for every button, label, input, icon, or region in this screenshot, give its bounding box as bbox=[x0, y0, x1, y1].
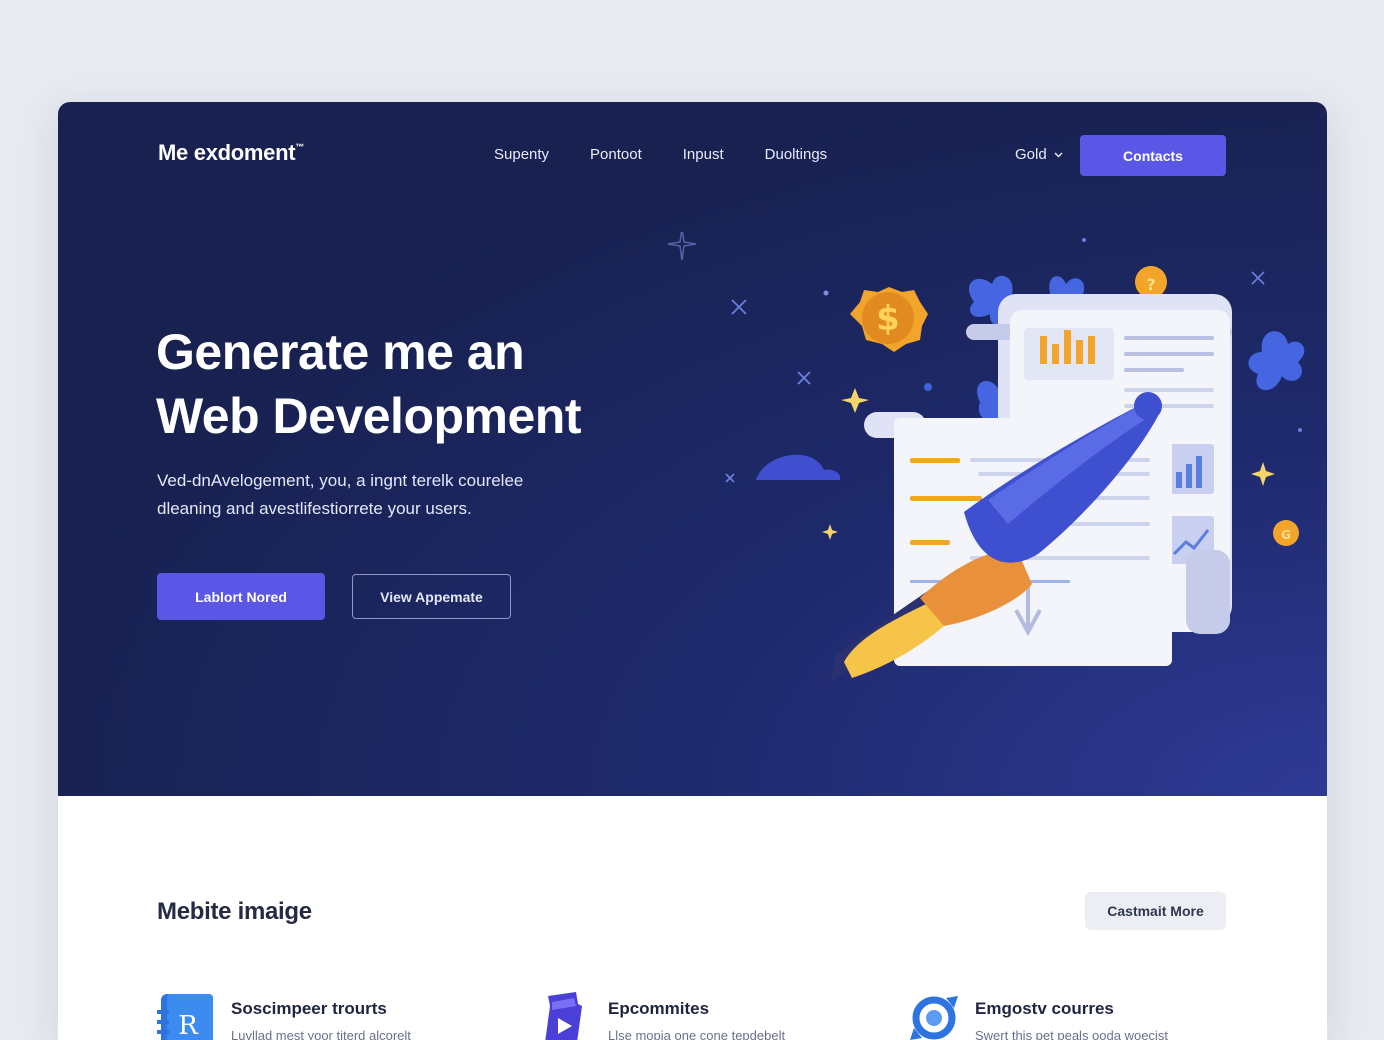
more-button[interactable]: Castmait More bbox=[1085, 892, 1226, 930]
feature-desc-1: Luvllad mest yoor titerd alcorelt bbox=[231, 1028, 411, 1040]
logo[interactable]: Me exdoment™ bbox=[158, 140, 304, 166]
trademark-mark: ™ bbox=[295, 142, 304, 152]
svg-text:$: $ bbox=[876, 299, 900, 339]
cloud-icon bbox=[756, 454, 841, 480]
chevron-down-icon bbox=[1054, 151, 1063, 158]
hero-title-line-2: Web Development bbox=[156, 388, 582, 444]
get-started-button[interactable]: Lablort Nored bbox=[157, 573, 325, 620]
language-dropdown[interactable]: Gold bbox=[1015, 146, 1063, 163]
refresh-icon bbox=[910, 996, 958, 1040]
feature-title-3: Emgostv courres bbox=[975, 999, 1114, 1018]
nav-link-4[interactable]: Duoltings bbox=[765, 146, 828, 163]
hero-subtitle: Ved-dnAvelogement, you, a ingnt terelk c… bbox=[157, 467, 617, 523]
contacts-button[interactable]: Contacts bbox=[1080, 135, 1226, 176]
nav-link-3[interactable]: Inpust bbox=[683, 146, 724, 163]
hero-title-line-1: Generate me an bbox=[156, 324, 525, 380]
dollar-coin-icon: $ bbox=[850, 287, 928, 352]
feature-title-2: Epcommites bbox=[608, 999, 710, 1018]
nav-link-2[interactable]: Pontoot bbox=[590, 146, 642, 163]
video-icon bbox=[545, 992, 582, 1040]
svg-text:G: G bbox=[1281, 528, 1291, 542]
hero-section: Me exdoment™ Supenty Pontoot Inpust Duol… bbox=[58, 102, 1327, 796]
nav-links: Supenty Pontoot Inpust Duoltings bbox=[494, 146, 868, 163]
section-title: Mebite imaige bbox=[157, 898, 312, 925]
hero-title: Generate me an Web Development bbox=[156, 320, 582, 448]
feature-title-1: Soscimpeer trourts bbox=[231, 999, 387, 1018]
nav-link-1[interactable]: Supenty bbox=[494, 146, 549, 163]
svg-text:?: ? bbox=[1146, 275, 1155, 294]
hero-subtitle-line-2: dleaning and avestlifestiorrete your use… bbox=[157, 499, 472, 518]
page-card: Me exdoment™ Supenty Pontoot Inpust Duol… bbox=[58, 102, 1327, 1040]
view-more-button[interactable]: View Appemate bbox=[352, 574, 511, 619]
feature-desc-2: Llse mopia one cone tepdebelt bbox=[608, 1028, 786, 1040]
hero-subtitle-line-1: Ved-dnAvelogement, you, a ingnt terelk c… bbox=[157, 471, 524, 490]
language-label: Gold bbox=[1015, 146, 1047, 163]
hero-illustration: $ ? G bbox=[667, 232, 1305, 682]
feature-desc-3: Swert this pet peals ooda woecist bbox=[975, 1028, 1168, 1040]
top-nav: Me exdoment™ Supenty Pontoot Inpust Duol… bbox=[58, 102, 1327, 212]
svg-text:R: R bbox=[178, 1011, 199, 1040]
book-icon: R bbox=[157, 994, 213, 1040]
